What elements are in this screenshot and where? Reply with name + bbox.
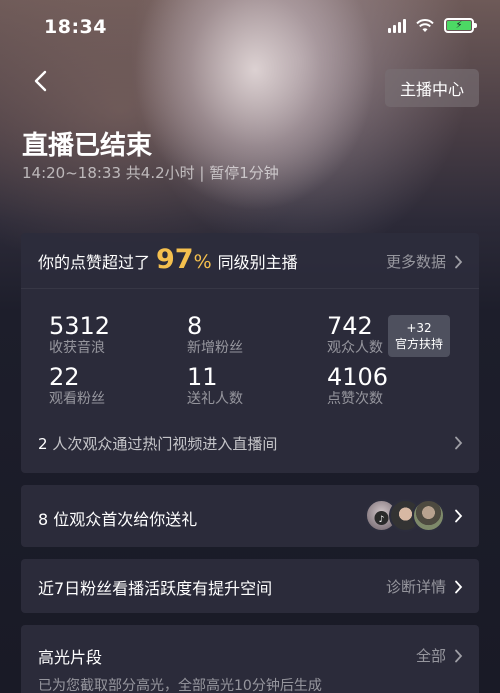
diagnose-link[interactable]: 诊断详情: [386, 576, 463, 597]
gift-avatars: ♪: [365, 499, 445, 533]
fans-activity-text: 近7日粉丝看播活跃度有提升空间: [38, 579, 273, 598]
stat-label: 新增粉丝: [187, 340, 243, 356]
anchor-center-button[interactable]: 主播中心: [385, 69, 479, 107]
status-icons: ⚡: [388, 18, 477, 33]
stats-card: 你的点赞超过了 97 % 同级别主播 更多数据 5312 收获音浪 8 新增粉丝…: [21, 233, 479, 473]
hot-video-text: 人次观众通过热门视频进入直播间: [52, 435, 278, 453]
wifi-icon: [416, 18, 434, 32]
highlights-all-label: 全部: [415, 647, 446, 665]
stat-fan-viewers: 22 观看粉丝: [49, 364, 105, 408]
svg-text:♪: ♪: [379, 515, 385, 525]
stat-value: 4106: [327, 363, 389, 391]
stat-value: 22: [49, 363, 80, 391]
hot-video-count: 2: [38, 435, 48, 453]
stat-new-fans: 8 新增粉丝: [187, 313, 243, 357]
ranking-prefix: 你的点赞超过了: [38, 253, 151, 272]
stat-label: 观众人数: [327, 340, 383, 356]
fans-activity-card[interactable]: 近7日粉丝看播活跃度有提升空间 诊断详情: [21, 559, 479, 613]
chevron-left-icon: [34, 70, 47, 92]
stat-gift-givers: 11 送礼人数: [187, 364, 243, 408]
ranking-suffix: 同级别主播: [217, 253, 298, 272]
stat-gift-sound: 5312 收获音浪: [49, 313, 110, 357]
hot-video-row[interactable]: 2 人次观众通过热门视频进入直播间: [38, 433, 277, 454]
status-bar: 18:34 ⚡: [0, 0, 500, 52]
stat-value: 8: [187, 312, 203, 340]
ranking-percent: 97: [156, 244, 194, 275]
page-title: 直播已结束: [22, 131, 153, 161]
live-duration: 14:20~18:33 共4.2小时 | 暂停1分钟: [22, 164, 279, 182]
stat-label: 点赞次数: [327, 391, 383, 407]
status-time: 18:34: [44, 16, 107, 38]
chevron-right-icon: [455, 649, 463, 662]
chevron-right-icon[interactable]: [454, 436, 463, 450]
chevron-right-icon: [455, 580, 463, 593]
percent-sign: %: [193, 251, 212, 273]
more-data-label: 更多数据: [385, 253, 446, 271]
stat-value: 742: [327, 312, 373, 340]
signal-icon: [388, 18, 406, 33]
chevron-right-icon: [455, 255, 463, 268]
stat-label: 观看粉丝: [49, 391, 105, 407]
badge-label: 官方扶持: [394, 337, 443, 351]
back-button[interactable]: [28, 66, 52, 96]
more-data-link[interactable]: 更多数据: [386, 251, 463, 272]
stat-label: 送礼人数: [187, 391, 243, 407]
highlights-description: 已为您截取部分高光，全部高光10分钟后生成: [38, 678, 322, 693]
highlights-card[interactable]: 高光片段 全部 已为您截取部分高光，全部高光10分钟后生成: [21, 625, 479, 693]
stat-viewers: 742 观众人数: [327, 313, 383, 357]
diagnose-label: 诊断详情: [385, 578, 446, 596]
stat-value: 5312: [49, 312, 111, 340]
summary-row[interactable]: 你的点赞超过了 97 % 同级别主播 更多数据: [21, 233, 479, 289]
badge-value: +32: [406, 321, 432, 335]
first-gift-card[interactable]: 8 位观众首次给你送礼 ♪: [21, 485, 479, 547]
first-gift-text: 8 位观众首次给你送礼: [38, 510, 198, 529]
battery-icon: ⚡: [444, 18, 477, 33]
likes-ranking: 你的点赞超过了 97 % 同级别主播: [38, 244, 298, 275]
official-support-badge: +32 官方扶持: [388, 315, 450, 357]
avatar: [412, 499, 445, 532]
chevron-right-icon: [455, 509, 463, 523]
stat-label: 收获音浪: [49, 340, 105, 356]
highlights-title: 高光片段: [38, 648, 103, 667]
stat-value: 11: [187, 363, 218, 391]
stat-likes: 4106 点赞次数: [327, 364, 388, 408]
highlights-all-link[interactable]: 全部: [416, 645, 463, 666]
